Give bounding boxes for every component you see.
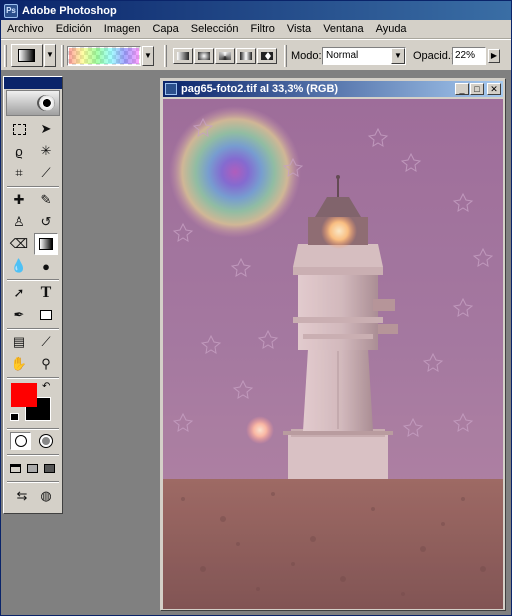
lasso-icon[interactable]: ϱ	[7, 140, 31, 162]
minimize-icon[interactable]: _	[455, 83, 469, 95]
radial-gradient-icon	[198, 52, 210, 60]
mode-label: Modo:	[291, 50, 322, 62]
quick-mask-icon[interactable]	[35, 432, 56, 450]
opacity-slider-button[interactable]: ▶	[488, 49, 500, 63]
lighthouse-photo	[163, 99, 503, 609]
gradient-picker-dropdown[interactable]: ▼	[142, 46, 154, 66]
crop-icon[interactable]: ⌗	[7, 162, 31, 184]
type-icon[interactable]: T	[34, 282, 58, 304]
swap-colors-icon[interactable]: ↶	[42, 381, 50, 392]
menu-bar: Archivo Edición Imagen Capa Selección Fi…	[1, 20, 511, 39]
radial-gradient-button[interactable]	[194, 48, 214, 64]
reflected-gradient-button[interactable]	[236, 48, 256, 64]
toolbox-titlebar[interactable]	[4, 77, 62, 89]
photoshop-window: Ps Adobe Photoshop Archivo Edición Image…	[0, 0, 512, 616]
document-window: pag65-foto2.tif al 33,3% (RGB) _ □ ✕	[160, 78, 506, 611]
full-screen-menu-icon[interactable]	[24, 457, 41, 479]
gradient-icon[interactable]	[34, 233, 58, 255]
tool-separator	[7, 481, 59, 483]
full-screen-icon[interactable]	[41, 457, 58, 479]
history-brush-icon[interactable]: ↺	[34, 211, 58, 233]
mode-value: Normal	[326, 50, 359, 61]
move-icon[interactable]: ➤	[34, 118, 58, 140]
opacity-field[interactable]: 22%	[452, 47, 486, 65]
options-separator	[164, 45, 167, 67]
image-canvas[interactable]	[163, 99, 503, 609]
tool-separator	[7, 279, 59, 281]
standard-mode-icon[interactable]	[10, 432, 31, 450]
pen-icon[interactable]: ✒	[7, 304, 31, 326]
linear-gradient-icon	[177, 52, 189, 60]
diamond-gradient-button[interactable]	[257, 48, 277, 64]
photoshop-icon: Ps	[4, 3, 18, 18]
marquee-icon[interactable]	[7, 118, 31, 140]
options-bar: ▼ ▼ Modo: Normal ▼ Opacid.: 22% ▶	[1, 39, 511, 71]
menu-seleccion[interactable]: Selección	[185, 23, 245, 35]
opacity-label: Opacid.:	[413, 50, 454, 62]
default-colors-icon[interactable]	[10, 413, 19, 421]
linear-gradient-button[interactable]	[173, 48, 193, 64]
standard-screen-icon[interactable]	[7, 457, 24, 479]
tool-separator	[7, 186, 59, 188]
hand-icon[interactable]: ✋	[7, 353, 31, 375]
angle-gradient-button[interactable]	[215, 48, 235, 64]
menu-capa[interactable]: Capa	[146, 23, 184, 35]
tool-preset-dropdown[interactable]: ▼	[44, 44, 56, 67]
app-titlebar: Ps Adobe Photoshop	[1, 1, 511, 20]
blur-icon[interactable]: 💧	[7, 255, 31, 277]
clone-stamp-icon[interactable]: ♙	[7, 211, 31, 233]
app-title: Adobe Photoshop	[22, 4, 117, 17]
eraser-icon[interactable]: ⌫	[7, 233, 31, 255]
document-title: pag65-foto2.tif al 33,3% (RGB)	[181, 83, 339, 95]
tool-separator	[7, 428, 59, 430]
path-selection-icon[interactable]: ➚	[7, 282, 31, 304]
tool-separator	[7, 454, 59, 456]
maximize-icon[interactable]: □	[470, 83, 484, 95]
notes-icon[interactable]: ▤	[7, 331, 31, 353]
reflected-gradient-icon	[240, 52, 252, 60]
menu-edicion[interactable]: Edición	[50, 23, 98, 35]
angle-gradient-icon	[219, 52, 231, 60]
menu-filtro[interactable]: Filtro	[244, 23, 280, 35]
chevron-down-icon[interactable]: ▼	[391, 48, 405, 64]
menu-ayuda[interactable]: Ayuda	[370, 23, 413, 35]
tool-separator	[7, 328, 59, 330]
brush-icon[interactable]: ✎	[34, 189, 58, 211]
tool-separator	[7, 377, 59, 379]
slice-icon[interactable]: ⟋	[34, 162, 58, 184]
menu-vista[interactable]: Vista	[281, 23, 317, 35]
document-icon	[165, 83, 177, 95]
opacity-value: 22%	[455, 50, 476, 61]
dodge-icon[interactable]: ●	[34, 255, 58, 277]
document-titlebar[interactable]: pag65-foto2.tif al 33,3% (RGB)	[163, 81, 503, 97]
healing-brush-icon[interactable]: ✚	[7, 189, 31, 211]
foreground-color-swatch[interactable]	[11, 383, 37, 407]
magic-wand-icon[interactable]: ✳	[34, 140, 58, 162]
menu-ventana[interactable]: Ventana	[317, 23, 369, 35]
diamond-gradient-icon	[261, 52, 273, 60]
menu-imagen[interactable]: Imagen	[98, 23, 147, 35]
gradient-picker[interactable]	[67, 46, 141, 66]
options-separator	[61, 45, 64, 67]
imageready-icon[interactable]: ◍	[34, 485, 58, 507]
options-separator	[284, 45, 287, 67]
toolbox-panel: ➤ ϱ ✳ ⌗ ⟋ ✚ ✎ ♙ ↺ ⌫ 💧 ● ➚ T ✒ ▤ ⟋ ✋ ⚲ ↶	[3, 76, 63, 514]
mode-select[interactable]: Normal ▼	[322, 47, 406, 65]
gradient-tool-preset-icon	[18, 49, 35, 62]
jump-to-imageready-icon[interactable]: ⇆	[10, 485, 34, 507]
menu-archivo[interactable]: Archivo	[1, 23, 50, 35]
rectangle-icon[interactable]	[34, 304, 58, 326]
tool-preset-button[interactable]	[11, 44, 43, 67]
eyedropper-icon[interactable]: ⟋	[34, 331, 58, 353]
eye-icon	[37, 95, 55, 111]
close-icon[interactable]: ✕	[487, 83, 501, 95]
gradient-preview	[69, 48, 139, 64]
zoom-icon[interactable]: ⚲	[34, 353, 58, 375]
options-grip[interactable]	[4, 45, 7, 67]
adobe-online-button[interactable]	[6, 90, 60, 116]
